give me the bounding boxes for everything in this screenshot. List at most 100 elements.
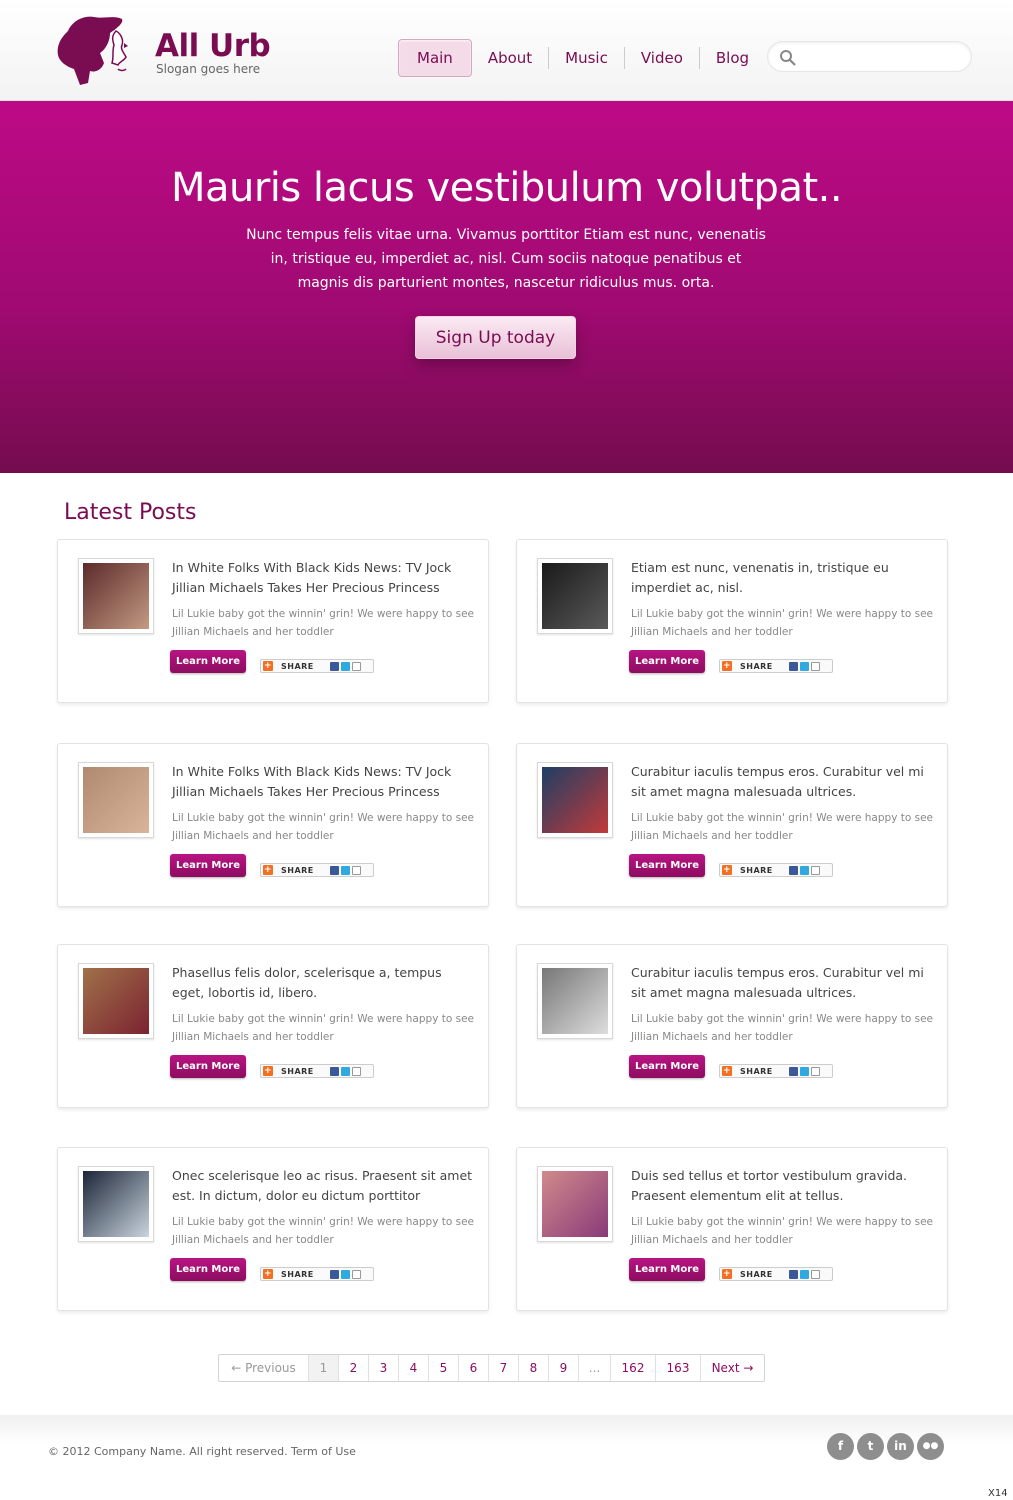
search-input[interactable] [802,47,962,67]
twitter-share-icon[interactable] [340,1066,350,1076]
share-widget[interactable]: + SHARE [719,863,833,877]
page-4[interactable]: 4 [399,1355,429,1381]
facebook-share-icon[interactable] [329,1269,339,1279]
share-widget[interactable]: + SHARE [260,863,374,877]
post-thumbnail[interactable] [78,762,154,838]
page-2[interactable]: 2 [339,1355,369,1381]
main-nav: Main About Music Video Blog [398,39,765,77]
search-box[interactable] [767,41,972,72]
post-excerpt: Lil Lukie baby got the winnin' grin! We … [631,608,934,638]
learn-more-button[interactable]: Learn More [629,1258,705,1281]
email-share-icon[interactable] [351,661,361,671]
post-image [83,767,149,833]
next-page-button[interactable]: Next → [701,1355,764,1381]
hero-banner: Mauris lacus vestibulum volutpat.. Nunc … [0,101,1013,473]
share-label: SHARE [281,661,314,671]
post-card: In White Folks With Black Kids News: TV … [57,539,489,703]
hero-title: Mauris lacus vestibulum volutpat.. [170,165,843,211]
post-title[interactable]: In White Folks With Black Kids News: TV … [172,762,477,802]
page-6[interactable]: 6 [459,1355,489,1381]
facebook-share-icon[interactable] [788,661,798,671]
share-widget[interactable]: + SHARE [719,659,833,673]
post-thumbnail[interactable] [78,1166,154,1242]
post-thumbnail[interactable] [537,963,613,1039]
linkedin-icon[interactable]: in [887,1433,914,1460]
facebook-share-icon[interactable] [329,1066,339,1076]
email-share-icon[interactable] [351,1066,361,1076]
post-title[interactable]: In White Folks With Black Kids News: TV … [172,558,477,598]
post-title[interactable]: Curabitur iaculis tempus eros. Curabitur… [631,963,936,1003]
share-widget[interactable]: + SHARE [719,1267,833,1281]
previous-page-button[interactable]: ← Previous [219,1355,309,1381]
nav-about[interactable]: About [472,47,550,69]
page-162[interactable]: 162 [611,1355,656,1381]
page-3[interactable]: 3 [369,1355,399,1381]
facebook-share-icon[interactable] [329,661,339,671]
logo-icon [57,16,128,85]
share-widget[interactable]: + SHARE [260,1267,374,1281]
page-163[interactable]: 163 [656,1355,701,1381]
post-thumbnail[interactable] [537,558,613,634]
search-icon[interactable] [779,49,796,66]
post-title[interactable]: Curabitur iaculis tempus eros. Curabitur… [631,762,936,802]
addthis-plus-icon: + [263,865,273,875]
post-thumbnail[interactable] [78,558,154,634]
post-thumbnail[interactable] [78,963,154,1039]
hero-text: Nunc tempus felis vitae urna. Vivamus po… [246,227,766,291]
learn-more-button[interactable]: Learn More [170,1055,246,1078]
site-footer: © 2012 Company Name. All right reserved.… [0,1415,1013,1500]
learn-more-button[interactable]: Learn More [629,854,705,877]
nav-music[interactable]: Music [549,47,625,69]
twitter-share-icon[interactable] [340,865,350,875]
site-title[interactable]: All Urb [155,28,271,64]
site-slogan: Slogan goes here [156,62,261,76]
email-share-icon[interactable] [810,1066,820,1076]
post-title[interactable]: Onec scelerisque leo ac risus. Praesent … [172,1166,477,1206]
share-label: SHARE [740,661,773,671]
email-share-icon[interactable] [810,661,820,671]
twitter-share-icon[interactable] [799,1066,809,1076]
post-title[interactable]: Phasellus felis dolor, scelerisque a, te… [172,963,477,1003]
twitter-share-icon[interactable] [340,661,350,671]
post-title[interactable]: Etiam est nunc, venenatis in, tristique … [631,558,936,598]
facebook-share-icon[interactable] [788,865,798,875]
facebook-share-icon[interactable] [329,865,339,875]
signup-button[interactable]: Sign Up today [415,316,576,359]
email-share-icon[interactable] [810,865,820,875]
latest-posts-heading: Latest Posts [64,500,197,525]
facebook-icon[interactable]: f [827,1433,854,1460]
learn-more-button[interactable]: Learn More [170,650,246,673]
twitter-share-icon[interactable] [799,1269,809,1279]
post-thumbnail[interactable] [537,762,613,838]
learn-more-button[interactable]: Learn More [170,1258,246,1281]
learn-more-button[interactable]: Learn More [170,854,246,877]
share-widget[interactable]: + SHARE [260,1064,374,1078]
nav-blog[interactable]: Blog [700,47,765,69]
page-7[interactable]: 7 [489,1355,519,1381]
site-header: All Urb Slogan goes here Main About Musi… [0,0,1013,101]
post-excerpt: Lil Lukie baby got the winnin' grin! We … [631,1013,934,1043]
twitter-share-icon[interactable] [799,661,809,671]
email-share-icon[interactable] [810,1269,820,1279]
share-widget[interactable]: + SHARE [719,1064,833,1078]
page-5[interactable]: 5 [429,1355,459,1381]
post-excerpt: Lil Lukie baby got the winnin' grin! We … [631,812,934,842]
flickr-icon[interactable]: ●● [917,1433,944,1460]
page-8[interactable]: 8 [519,1355,549,1381]
page-9[interactable]: 9 [549,1355,579,1381]
twitter-icon[interactable]: t [857,1433,884,1460]
nav-video[interactable]: Video [625,47,700,69]
share-widget[interactable]: + SHARE [260,659,374,673]
nav-main[interactable]: Main [398,39,472,77]
facebook-share-icon[interactable] [788,1066,798,1076]
twitter-share-icon[interactable] [340,1269,350,1279]
post-title[interactable]: Duis sed tellus et tortor vestibulum gra… [631,1166,936,1206]
facebook-share-icon[interactable] [788,1269,798,1279]
post-thumbnail[interactable] [537,1166,613,1242]
learn-more-button[interactable]: Learn More [629,1055,705,1078]
email-share-icon[interactable] [351,865,361,875]
post-card: Curabitur iaculis tempus eros. Curabitur… [516,944,948,1108]
learn-more-button[interactable]: Learn More [629,650,705,673]
twitter-share-icon[interactable] [799,865,809,875]
email-share-icon[interactable] [351,1269,361,1279]
